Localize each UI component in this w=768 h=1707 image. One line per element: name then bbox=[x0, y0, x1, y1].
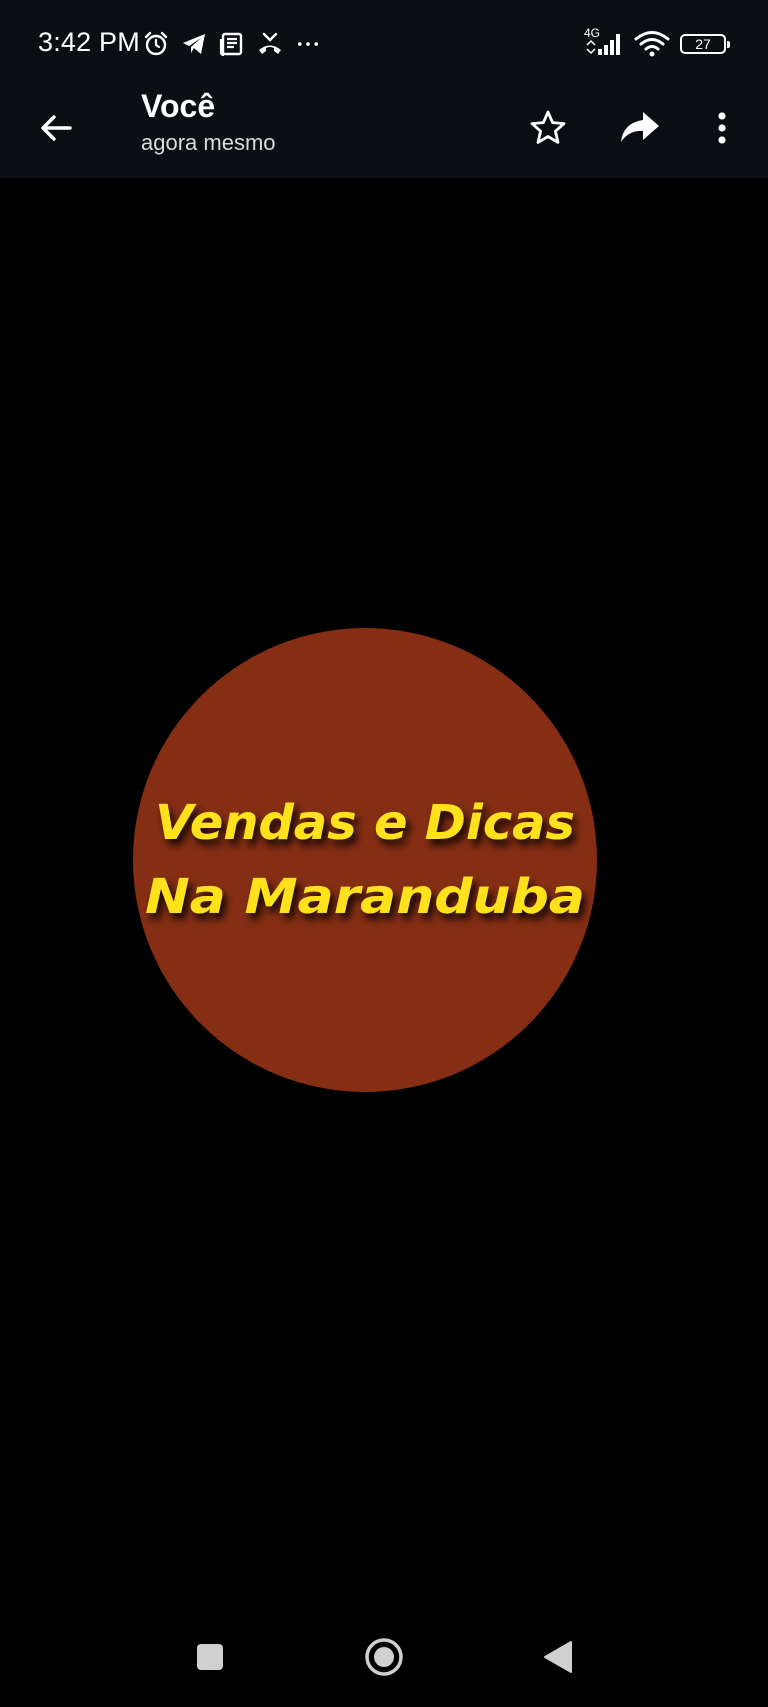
missed-call-icon bbox=[256, 30, 284, 58]
recents-icon bbox=[197, 1644, 223, 1670]
back-nav-button[interactable] bbox=[530, 1629, 586, 1685]
share-button[interactable] bbox=[612, 100, 668, 156]
system-icons: 4G 27 bbox=[584, 26, 730, 60]
star-button[interactable] bbox=[520, 100, 576, 156]
arrow-back-icon bbox=[41, 115, 72, 141]
logo-circle bbox=[133, 628, 597, 1092]
app-actions bbox=[484, 100, 750, 156]
battery-level: 27 bbox=[695, 36, 711, 52]
top-bar: 3:42 PM 4G 27 Você agora mesmo bbox=[0, 0, 768, 178]
star-icon bbox=[530, 110, 566, 144]
recents-button[interactable] bbox=[182, 1629, 238, 1685]
title-block: Você agora mesmo bbox=[141, 86, 276, 158]
news-icon bbox=[218, 30, 246, 58]
more-options-button[interactable] bbox=[694, 100, 750, 156]
screen: 3:42 PM 4G 27 Você agora mesmo Vendas e … bbox=[0, 0, 768, 1707]
status-bar: 3:42 PM 4G 27 bbox=[0, 0, 768, 90]
signal-icon: 4G bbox=[584, 26, 624, 58]
logo-text-line-2: Na Maranduba bbox=[145, 869, 585, 925]
telegram-icon bbox=[180, 30, 208, 58]
battery-icon: 27 bbox=[680, 34, 730, 54]
navigation-bar bbox=[0, 1607, 768, 1707]
status-time: 3:42 PM bbox=[38, 27, 140, 57]
more-vert-icon bbox=[718, 112, 726, 144]
alarm-icon bbox=[142, 30, 170, 58]
logo-text-line-1: Vendas e Dicas bbox=[155, 795, 575, 851]
home-icon bbox=[365, 1638, 403, 1676]
logo-image: Vendas e Dicas Na Maranduba bbox=[132, 627, 598, 1093]
timestamp-subtitle: agora mesmo bbox=[141, 130, 276, 155]
back-triangle-icon bbox=[544, 1641, 572, 1673]
wifi-icon bbox=[634, 30, 670, 58]
home-button[interactable] bbox=[356, 1629, 412, 1685]
image-viewer[interactable]: Vendas e Dicas Na Maranduba bbox=[0, 178, 768, 1608]
share-icon bbox=[621, 112, 659, 142]
more-notifications-icon bbox=[294, 30, 322, 58]
back-button[interactable] bbox=[30, 102, 82, 154]
notification-icons bbox=[142, 28, 322, 60]
sender-title: Você bbox=[141, 88, 216, 124]
app-bar: Você agora mesmo bbox=[0, 86, 768, 178]
